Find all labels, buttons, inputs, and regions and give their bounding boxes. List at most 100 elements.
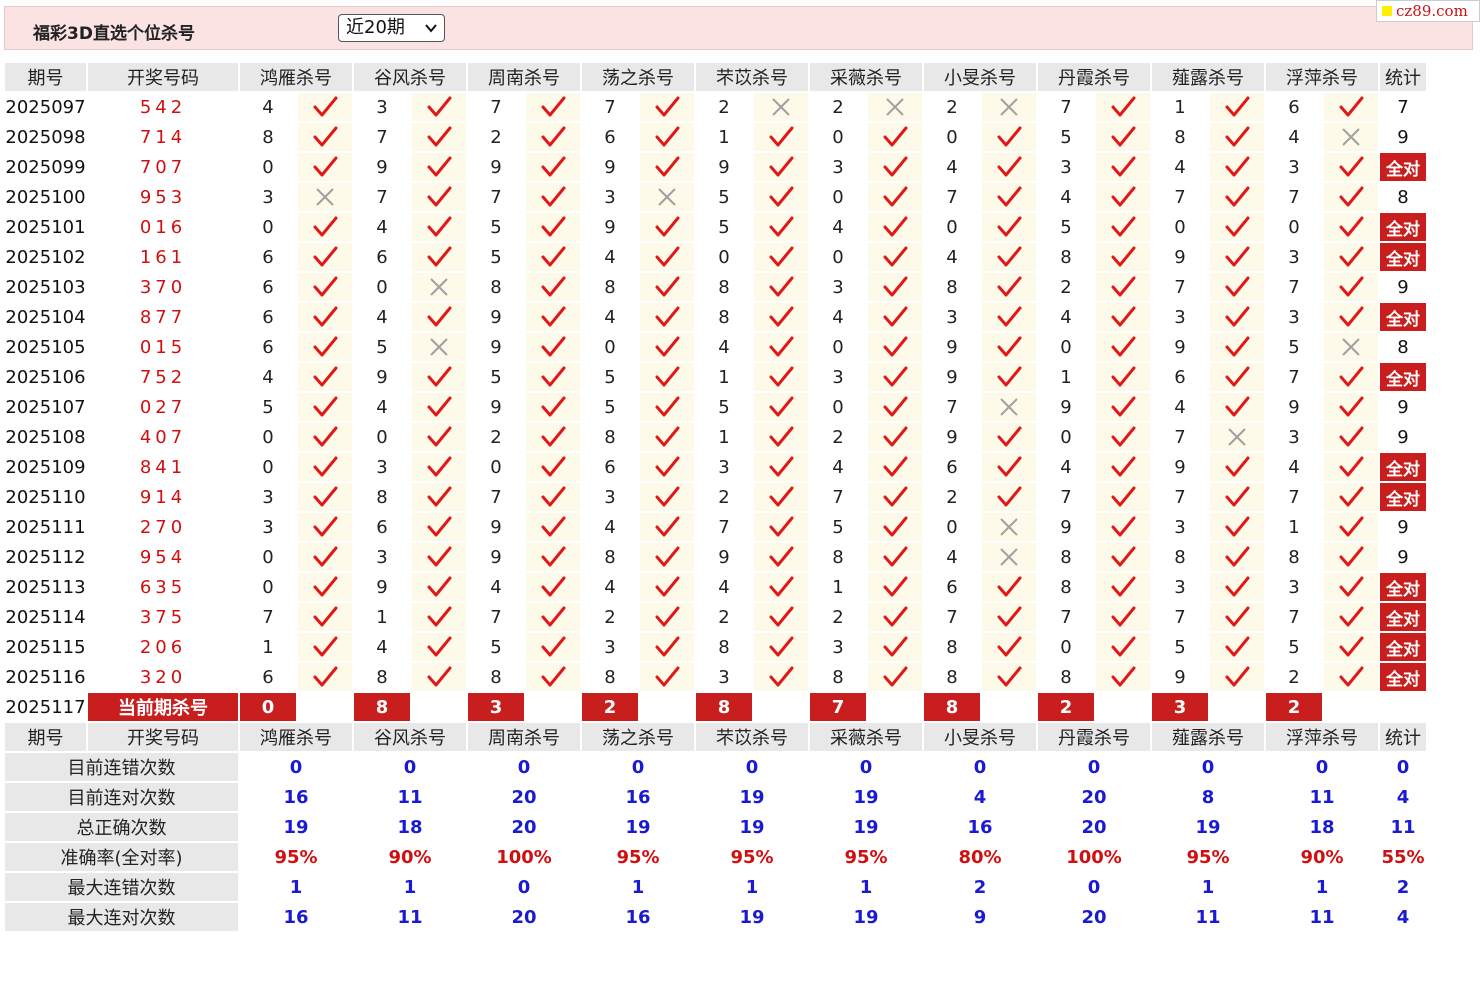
all-correct-badge: 全对 [1380, 303, 1426, 331]
draw-number: 015 [88, 333, 238, 361]
correct-count: 9 [1397, 546, 1409, 568]
current-empty-cell [868, 693, 922, 721]
check-icon [768, 514, 794, 540]
check-icon [426, 124, 452, 150]
kill-number: 8 [604, 546, 616, 568]
kill-number: 2 [718, 486, 730, 508]
result-cell [754, 423, 808, 451]
stats-row: 目前连错次数 0 0 0 0 0 0 0 0 0 0 0 [5, 753, 1426, 781]
result-cell [526, 183, 580, 211]
result-cell [1096, 543, 1150, 571]
draw-number: 877 [88, 303, 238, 331]
kill-number: 6 [946, 576, 958, 598]
kill-number: 5 [604, 396, 616, 418]
check-icon [654, 274, 680, 300]
issue-number: 2025116 [5, 663, 86, 691]
result-cell [868, 213, 922, 241]
draw-number: 841 [88, 453, 238, 481]
kill-number: 9 [946, 426, 958, 448]
site-logo[interactable]: cz89.com [1376, 0, 1480, 22]
kill-number: 7 [1288, 486, 1300, 508]
stats-total: 2 [1396, 876, 1410, 898]
result-cell [982, 153, 1036, 181]
stats-value: 1 [1201, 876, 1215, 898]
stats-total: 11 [1390, 816, 1416, 838]
result-cell [982, 93, 1036, 121]
stats-label: 最大连对次数 [5, 903, 238, 931]
kill-number: 0 [490, 456, 502, 478]
result-cell [640, 573, 694, 601]
check-icon [1224, 214, 1250, 240]
kill-number: 2 [946, 96, 958, 118]
check-icon [882, 334, 908, 360]
col-header-predictor: 采薇杀号 [810, 723, 922, 751]
stats-value: 16 [283, 786, 309, 808]
logo-square-icon [1382, 6, 1392, 16]
kill-number: 0 [832, 396, 844, 418]
stats-value: 18 [1309, 816, 1335, 838]
kill-number: 8 [946, 276, 958, 298]
result-cell [526, 153, 580, 181]
check-icon [882, 634, 908, 660]
col-header-predictor: 丹霞杀号 [1038, 723, 1150, 751]
result-cell [982, 273, 1036, 301]
stats-value: 0 [859, 756, 873, 778]
kill-number: 3 [1174, 306, 1186, 328]
kill-number: 6 [262, 336, 274, 358]
result-cell [640, 423, 694, 451]
kill-number: 7 [1060, 96, 1072, 118]
check-icon [1224, 94, 1250, 120]
kill-number: 9 [1288, 396, 1300, 418]
stats-value: 20 [1081, 816, 1107, 838]
kill-number: 4 [718, 336, 730, 358]
kill-number: 7 [1174, 606, 1186, 628]
cross-icon [312, 184, 338, 210]
result-cell [1210, 243, 1264, 271]
table-row: 2025104 877 6 4 9 4 8 4 3 4 3 3 全对 [5, 303, 1426, 331]
check-icon [426, 544, 452, 570]
kill-number: 6 [376, 516, 388, 538]
stats-value: 16 [283, 906, 309, 928]
kill-number: 7 [946, 396, 958, 418]
result-cell [1324, 303, 1378, 331]
check-icon [768, 244, 794, 270]
check-icon [426, 94, 452, 120]
result-cell [298, 663, 352, 691]
check-icon [882, 514, 908, 540]
table-row: 2025108 407 0 0 2 8 1 2 9 0 7 3 9 [5, 423, 1426, 451]
top-bar: 福彩3D直选个位杀号 近20期 [4, 6, 1473, 50]
stats-value: 16 [625, 786, 651, 808]
kill-number: 9 [604, 216, 616, 238]
result-cell [298, 243, 352, 271]
period-select[interactable]: 近20期 [338, 14, 445, 42]
draw-number: 953 [88, 183, 238, 211]
result-cell [640, 333, 694, 361]
check-icon [996, 454, 1022, 480]
result-cell [298, 423, 352, 451]
check-icon [1338, 574, 1364, 600]
current-empty-cell [298, 693, 352, 721]
kill-number: 6 [604, 126, 616, 148]
check-icon [996, 154, 1022, 180]
kill-number: 0 [262, 546, 274, 568]
issue-number: 2025110 [5, 483, 86, 511]
result-cell [412, 243, 466, 271]
result-cell [982, 543, 1036, 571]
result-cell [526, 123, 580, 151]
kill-number: 2 [718, 96, 730, 118]
stats-value: 20 [511, 816, 537, 838]
check-icon [540, 394, 566, 420]
check-icon [1110, 364, 1136, 390]
result-cell [982, 393, 1036, 421]
cross-icon [426, 334, 452, 360]
current-kill-number: 2 [582, 693, 638, 721]
kill-number: 7 [1174, 486, 1186, 508]
stats-value: 11 [1309, 906, 1335, 928]
kill-number: 4 [1060, 306, 1072, 328]
result-cell [1324, 243, 1378, 271]
result-cell [526, 453, 580, 481]
check-icon [1338, 304, 1364, 330]
check-icon [540, 514, 566, 540]
kill-number: 3 [1288, 246, 1300, 268]
check-icon [1110, 184, 1136, 210]
